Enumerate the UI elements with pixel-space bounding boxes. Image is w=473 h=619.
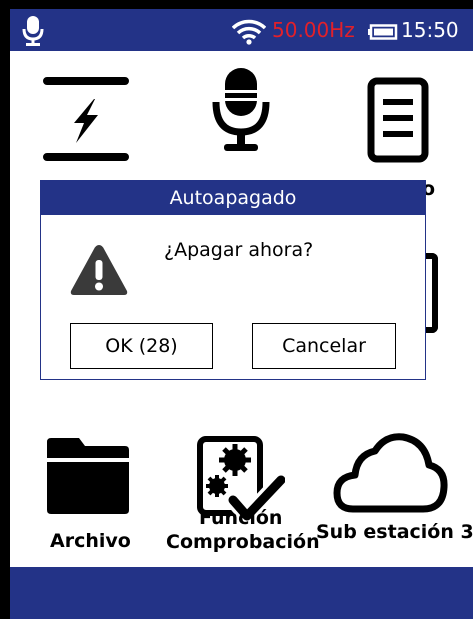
tile-label-funcion-line1: Función <box>199 507 283 529</box>
cloud-icon[interactable] <box>333 431 448 515</box>
tile-label-archivo: Archivo <box>50 530 131 552</box>
autoapagado-dialog: Autoapagado ¿Apagar ahora? OK (28) Cance… <box>40 180 426 380</box>
bottom-bar <box>10 567 473 619</box>
folder-icon[interactable] <box>45 436 131 516</box>
lightning-meter-icon[interactable] <box>40 75 132 167</box>
ok-button[interactable]: OK (28) <box>70 323 213 369</box>
wifi-icon <box>232 19 266 45</box>
cancel-button[interactable]: Cancelar <box>252 323 396 369</box>
tile-label-subestacion: Sub estación 3D <box>316 521 473 543</box>
frequency-readout: 50.00Hz <box>272 18 355 42</box>
dialog-title: Autoapagado <box>41 181 425 215</box>
tile-icon-partial <box>424 253 438 333</box>
dialog-message: ¿Apagar ahora? <box>164 239 314 261</box>
clock-time: 15:50 <box>401 18 459 42</box>
tile-label-funcion-line2: Comprobación <box>166 531 320 553</box>
device-screen: 50.00Hz 15:50 o Archivo Función Comproba… <box>10 9 473 619</box>
microphone-icon <box>22 16 44 46</box>
microphone-icon[interactable] <box>210 66 272 158</box>
battery-icon <box>368 24 398 40</box>
document-icon[interactable] <box>367 77 429 163</box>
status-bar: 50.00Hz 15:50 <box>10 9 473 51</box>
warning-icon <box>70 245 128 295</box>
